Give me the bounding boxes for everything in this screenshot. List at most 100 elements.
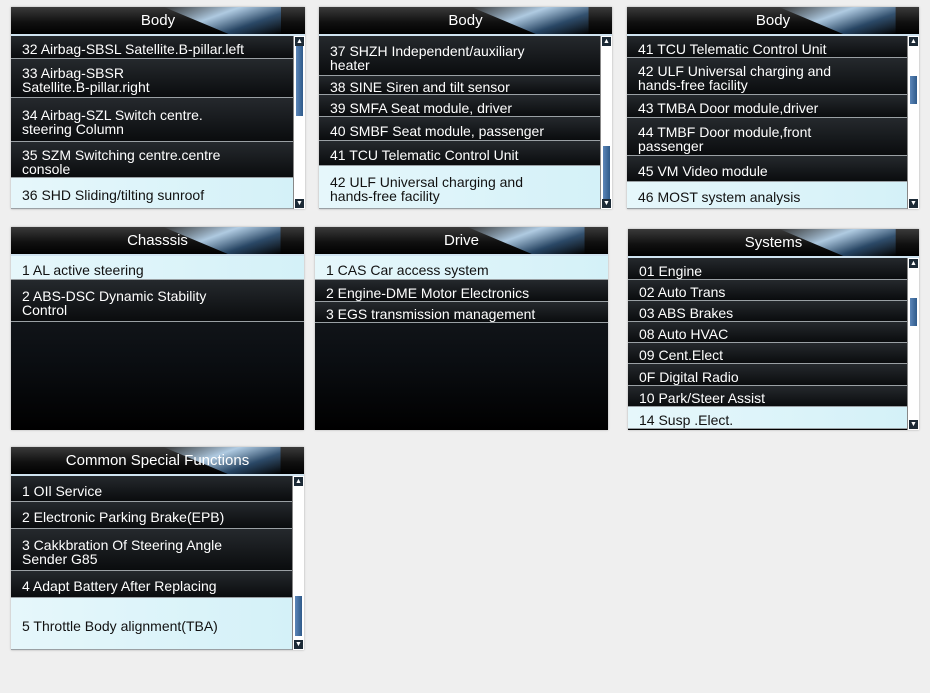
list-item-label: 44 TMBF Door module,front passenger <box>638 123 812 154</box>
list-item-label: 1 CAS Car access system <box>326 261 489 278</box>
scroll-thumb[interactable] <box>296 46 303 116</box>
panel-header: Body <box>627 7 919 36</box>
list-item-label: 01 Engine <box>639 262 703 279</box>
list-item[interactable]: 3 Cakkbration Of Steering Angle Sender G… <box>11 529 292 571</box>
list-item[interactable]: 5 Throttle Body alignment(TBA) <box>11 598 292 650</box>
list-item-label: 33 Airbag-SBSR Satellite.B-pillar.right <box>22 65 150 95</box>
header-shine <box>778 7 896 34</box>
scroll-thumb[interactable] <box>910 76 917 104</box>
list-item[interactable]: 34 Airbag-SZL Switch centre. steering Co… <box>11 98 293 142</box>
scroll-down-arrow-icon[interactable]: ▼ <box>602 199 611 208</box>
list-item-label: 1 AL active steering <box>22 261 144 278</box>
scroll-down-arrow-icon[interactable]: ▼ <box>294 640 303 649</box>
list-item[interactable]: 03 ABS Brakes <box>628 301 907 322</box>
scrollbar[interactable]: ▲ ▼ <box>293 36 305 209</box>
list-item[interactable]: 4 Adapt Battery After Replacing <box>11 571 292 598</box>
panel-header: Systems <box>628 229 919 258</box>
list-item[interactable]: 2 Engine-DME Motor Electronics <box>315 280 608 302</box>
panel-drive: Drive 1 CAS Car access system 2 Engine-DME… <box>315 227 608 430</box>
list-item[interactable]: 0F Digital Radio <box>628 364 907 386</box>
list-item[interactable]: 33 Airbag-SBSR Satellite.B-pillar.right <box>11 59 293 98</box>
list-item[interactable]: 3 EGS transmission management <box>315 302 608 323</box>
list-item[interactable]: 2 ABS-DSC Dynamic Stability Control <box>11 280 304 322</box>
list-item[interactable]: 01 Engine <box>628 258 907 280</box>
list-item[interactable]: 35 SZM Switching centre.centre console <box>11 142 293 178</box>
panel-title: Body <box>448 12 483 29</box>
list-item[interactable]: 2 Electronic Parking Brake(EPB) <box>11 502 292 529</box>
scroll-up-arrow-icon[interactable]: ▲ <box>295 37 304 46</box>
list-item-label: 03 ABS Brakes <box>639 305 734 321</box>
list-item-label: 2 Electronic Parking Brake(EPB) <box>22 509 225 525</box>
scrollbar[interactable]: ▲ ▼ <box>907 36 919 209</box>
panel-header: Common Special Functions <box>11 447 304 476</box>
header-shine <box>471 7 589 34</box>
scroll-up-arrow-icon[interactable]: ▲ <box>294 477 303 486</box>
list-item-label: 41 TCU Telematic Control Unit <box>330 147 519 163</box>
item-list: 01 Engine 02 Auto Trans 03 ABS Brakes 08 Au… <box>628 258 907 430</box>
list-item[interactable]: 45 VM Video module <box>627 156 907 182</box>
list-item[interactable]: 02 Auto Trans <box>628 280 907 301</box>
panel-systems: Systems 01 Engine 02 Auto Trans 03 ABS Brak… <box>628 229 919 430</box>
list-item[interactable]: 32 Airbag-SBSL Satellite.B-pillar.left <box>11 36 293 59</box>
list-item-label: 34 Airbag-SZL Switch centre. steering Co… <box>22 106 203 137</box>
item-list: 1 OIl Service 2 Electronic Parking Brake(… <box>11 476 292 650</box>
scroll-up-arrow-icon[interactable]: ▲ <box>602 37 611 46</box>
panel-title: Body <box>755 12 791 29</box>
panel-header: Body <box>319 7 612 36</box>
list-item[interactable]: 40 SMBF Seat module, passenger <box>319 117 600 141</box>
list-item-label: 3 Cakkbration Of Steering Angle Sender G… <box>22 536 223 567</box>
item-list: 1 AL active steering 2 ABS-DSC Dynamic St… <box>11 256 304 430</box>
scroll-thumb[interactable] <box>603 146 610 206</box>
scroll-down-arrow-icon[interactable]: ▼ <box>909 420 918 429</box>
panel-body: Body 32 Airbag-SBSL Satellite.B-pillar.le… <box>11 7 305 209</box>
list-item-label: 4 Adapt Battery After Replacing <box>22 578 217 594</box>
list-item[interactable]: 10 Park/Steer Assist <box>628 386 907 407</box>
scrollbar[interactable]: ▲ ▼ <box>907 258 919 430</box>
panel-title: Systems <box>744 234 803 251</box>
scrollbar[interactable]: ▲ ▼ <box>292 476 304 650</box>
list-item[interactable]: 39 SMFA Seat module, driver <box>319 95 600 117</box>
scroll-up-arrow-icon[interactable]: ▲ <box>909 37 918 46</box>
list-item[interactable]: 09 Cent.Elect <box>628 343 907 364</box>
panel-body: Body 41 TCU Telematic Control Unit 42 ULF … <box>627 7 919 209</box>
scrollbar[interactable]: ▲ ▼ <box>600 36 612 209</box>
header-shine <box>163 7 282 34</box>
list-item[interactable]: 43 TMBA Door module,driver <box>627 95 907 118</box>
scroll-down-arrow-icon[interactable]: ▼ <box>909 199 918 208</box>
list-item[interactable]: 42 ULF Universal charging and hands-free… <box>319 166 600 209</box>
list-item[interactable]: 14 Susp .Elect. <box>628 407 907 429</box>
scroll-thumb[interactable] <box>295 596 302 636</box>
list-item[interactable]: 37 SHZH Independent/auxiliary heater <box>319 36 600 76</box>
scroll-down-arrow-icon[interactable]: ▼ <box>295 199 304 208</box>
list-item[interactable]: 1 AL active steering <box>11 256 304 280</box>
panel-title: Body <box>140 12 176 29</box>
panel-header: Drive <box>315 227 608 256</box>
list-item[interactable]: 36 SHD Sliding/tilting sunroof <box>11 178 293 209</box>
list-item-label: 0F Digital Radio <box>639 368 739 385</box>
list-item-label: 32 Airbag-SBSL Satellite.B-pillar.left <box>22 41 245 57</box>
list-item-label: 2 Engine-DME Motor Electronics <box>326 284 530 301</box>
list-item-label: 14 Susp .Elect. <box>639 411 734 428</box>
header-shine <box>467 227 585 254</box>
item-list: 32 Airbag-SBSL Satellite.B-pillar.left 33… <box>11 36 293 209</box>
list-item-label: 08 Auto HVAC <box>639 326 729 342</box>
list-item-label: 46 MOST system analysis <box>638 189 801 205</box>
panel-header: Chasssis <box>11 227 304 256</box>
list-item[interactable]: 1 CAS Car access system <box>315 256 608 280</box>
list-item[interactable]: 41 TCU Telematic Control Unit <box>627 36 907 58</box>
list-item[interactable]: 1 OIl Service <box>11 476 292 502</box>
list-item[interactable]: 38 SINE Siren and tilt sensor <box>319 76 600 95</box>
list-item[interactable]: 44 TMBF Door module,front passenger <box>627 118 907 156</box>
list-item-label: 09 Cent.Elect <box>639 347 724 363</box>
panel-chasssis: Chasssis 1 AL active steering 2 ABS-DSC Dy… <box>11 227 304 430</box>
list-item[interactable]: 41 TCU Telematic Control Unit <box>319 141 600 166</box>
panel-header: Body <box>11 7 305 36</box>
scroll-thumb[interactable] <box>910 298 917 326</box>
list-item[interactable]: 42 ULF Universal charging and hands-free… <box>627 58 907 95</box>
scroll-up-arrow-icon[interactable]: ▲ <box>909 259 918 268</box>
list-item[interactable]: 46 MOST system analysis <box>627 182 907 209</box>
list-item-label: 35 SZM Switching centre.centre console <box>22 146 221 177</box>
list-item-label: 1 OIl Service <box>22 482 103 499</box>
list-item-label: 39 SMFA Seat module, driver <box>330 99 513 116</box>
list-item[interactable]: 08 Auto HVAC <box>628 322 907 343</box>
